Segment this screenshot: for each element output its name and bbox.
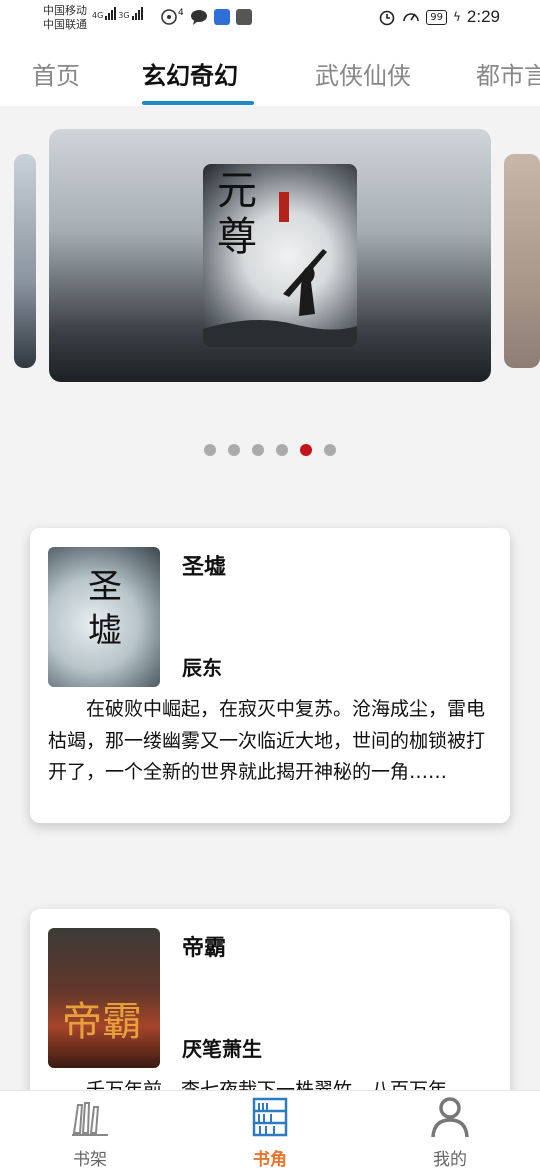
category-tabs: 首页 玄幻奇幻 武侠仙侠 都市言 [0, 36, 540, 106]
book-card[interactable]: 帝霸 帝霸 厌笔萧生 千万年前，李七夜栽下一株翠竹。八百万年 [30, 909, 510, 1109]
carrier-2: 中国联通 [43, 18, 87, 31]
tab-indicator [142, 101, 254, 105]
tab-home[interactable]: 首页 [32, 56, 80, 91]
carrier-1: 中国移动 [43, 4, 87, 17]
carousel-dot-active[interactable] [300, 444, 312, 456]
tab-fantasy[interactable]: 玄幻奇幻 [142, 56, 238, 91]
status-bar: 中国移动 中国联通 4G 3G 4 99 ϟ 2:29 [0, 0, 540, 36]
book-author: 厌笔萧生 [182, 1037, 262, 1061]
book-cover-image[interactable]: 帝霸 [48, 928, 160, 1068]
clock: 2:29 [466, 7, 500, 26]
app-notify-icon [213, 9, 230, 25]
book-author: 辰东 [182, 656, 222, 680]
hotspot-icon [161, 9, 177, 25]
banner-slide[interactable]: 元尊 [49, 129, 491, 382]
nav-bookstore[interactable]: 书角 [210, 1091, 330, 1170]
alarm-icon [379, 10, 395, 26]
book-description: 在破败中崛起，在寂灭中复苏。沧海成尘，雷电枯竭，那一缕幽雾又一次临近大地，世间的… [48, 698, 486, 783]
carousel-dot[interactable] [228, 444, 240, 456]
hotspot-count: 4 [178, 8, 184, 18]
cover-text: 圣墟 [88, 567, 122, 651]
tab-wuxia[interactable]: 武侠仙侠 [315, 56, 411, 91]
signal-indicators: 4G 3G [92, 6, 143, 20]
carousel-dots [204, 444, 336, 456]
nav-label: 书角 [253, 1150, 287, 1170]
nav-bookshelf[interactable]: 书架 [30, 1091, 150, 1170]
status-right: 99 ϟ 2:29 [378, 7, 500, 27]
banner-next-slide[interactable] [504, 154, 540, 368]
book-card[interactable]: 圣墟 圣墟 辰东 在破败中崛起，在寂灭中复苏。沧海成尘，雷电枯竭，那一缕幽雾又一… [30, 528, 510, 823]
charging-icon: ϟ [452, 10, 461, 24]
nav-profile[interactable]: 我的 [390, 1091, 510, 1170]
network-type-1: 4G [92, 11, 104, 20]
carousel-dot[interactable] [276, 444, 288, 456]
message-icon [190, 10, 207, 25]
carousel-dot[interactable] [252, 444, 264, 456]
warrior-silhouette-icon [203, 249, 357, 347]
notification-icons: 4 [160, 8, 252, 26]
carrier-labels: 中国移动 中国联通 [43, 4, 87, 32]
network-type-2: 3G [118, 11, 130, 20]
profile-icon [431, 1097, 469, 1138]
nav-label: 书架 [73, 1150, 107, 1170]
book-title[interactable]: 帝霸 [182, 930, 226, 962]
bookshelf-icon [72, 1102, 108, 1136]
cover-text: 帝霸 [62, 999, 142, 1045]
banner-book-cover[interactable]: 元尊 [203, 164, 357, 347]
tab-urban[interactable]: 都市言 [476, 56, 540, 91]
mail-notify-icon [235, 9, 252, 25]
banner-prev-slide[interactable] [14, 154, 36, 368]
bookstore-icon [252, 1097, 288, 1137]
book-title[interactable]: 圣墟 [182, 549, 226, 581]
carousel-dot[interactable] [324, 444, 336, 456]
carousel-dot[interactable] [204, 444, 216, 456]
signal-bars-2-icon [131, 6, 143, 20]
speed-icon [403, 13, 420, 22]
signal-bars-1-icon [105, 6, 117, 20]
battery-level: 99 [426, 9, 447, 25]
nav-label: 我的 [433, 1150, 467, 1170]
book-cover-image[interactable]: 圣墟 [48, 547, 160, 687]
bottom-navigation: 书架 书角 我的 [0, 1090, 540, 1170]
